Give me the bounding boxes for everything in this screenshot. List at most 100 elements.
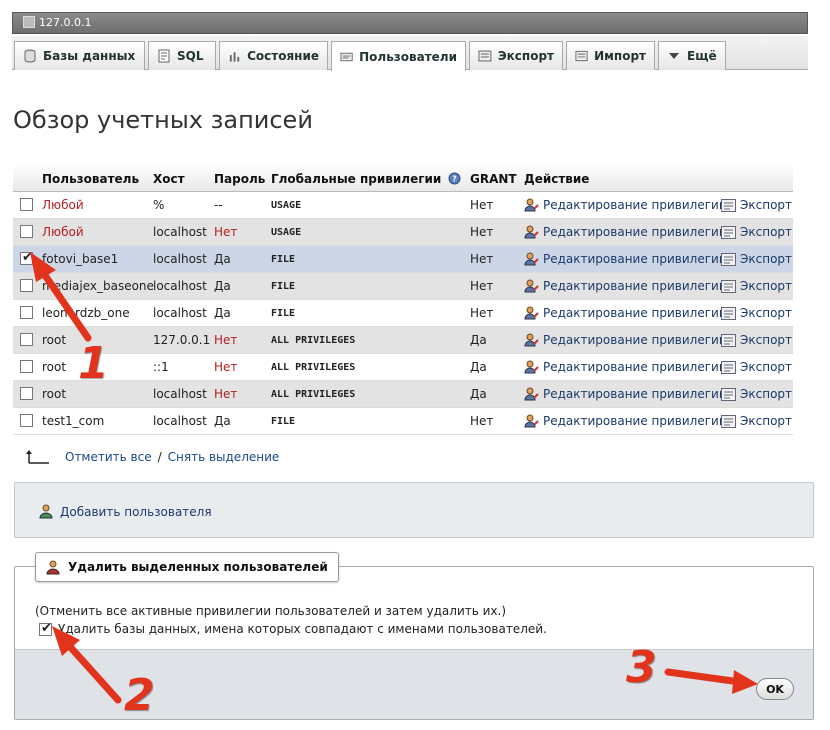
export-user-link[interactable]: Экспорт — [721, 333, 792, 347]
export-user-link[interactable]: Экспорт — [721, 387, 792, 401]
row-privileges: ALL PRIVILEGES — [271, 389, 356, 400]
export-label: Экспорт — [740, 360, 793, 374]
add-user-panel: Добавить пользователя — [14, 482, 814, 538]
edit-privileges-link[interactable]: Редактирование привилегий — [524, 387, 727, 401]
row-user: root — [42, 360, 67, 374]
row-user: test1_com — [42, 414, 105, 428]
edit-privileges-link[interactable]: Редактирование привилегий — [524, 306, 727, 320]
export-user-link[interactable]: Экспорт — [721, 252, 792, 266]
edit-privileges-label: Редактирование привилегий — [543, 360, 727, 374]
edit-privileges-label: Редактирование привилегий — [543, 306, 727, 320]
row-host: 127.0.0.1 — [153, 333, 211, 347]
export-icon — [721, 252, 736, 266]
edit-user-icon — [524, 279, 539, 293]
export-label: Экспорт — [740, 198, 793, 212]
header-user[interactable]: Пользователь — [42, 172, 139, 186]
delete-user-icon — [46, 560, 60, 574]
uncheck-all-link[interactable]: Снять выделение — [168, 450, 280, 464]
tab-status[interactable]: Состояние — [219, 41, 328, 70]
tab-databases[interactable]: Базы данных — [14, 41, 145, 70]
database-icon — [24, 49, 36, 63]
row-privileges: FILE — [271, 308, 296, 319]
export-icon — [721, 225, 736, 239]
add-user-label: Добавить пользователя — [60, 504, 212, 519]
row-password: Нет — [214, 333, 238, 347]
header-password[interactable]: Пароль — [214, 172, 265, 186]
export-user-link[interactable]: Экспорт — [721, 198, 792, 212]
users-icon — [340, 52, 353, 61]
edit-privileges-link[interactable]: Редактирование привилегий — [524, 198, 727, 212]
edit-user-icon — [524, 387, 539, 401]
svg-text:?: ? — [453, 175, 458, 184]
row-privileges: ALL PRIVILEGES — [271, 335, 356, 346]
row-host: localhost — [153, 225, 207, 239]
edit-privileges-link[interactable]: Редактирование привилегий — [524, 252, 727, 266]
row-checkbox[interactable] — [20, 306, 33, 319]
export-label: Экспорт — [740, 279, 793, 293]
export-label: Экспорт — [740, 414, 793, 428]
tab-export[interactable]: Экспорт — [469, 41, 563, 70]
export-icon — [721, 306, 736, 320]
row-checkbox[interactable] — [20, 333, 33, 346]
row-checkbox[interactable] — [20, 279, 33, 292]
row-checkbox[interactable]: ✔ — [20, 250, 33, 265]
header-action: Действие — [524, 172, 590, 186]
tab-users-label: Пользователи — [359, 49, 457, 64]
row-grant: Да — [470, 333, 487, 347]
tab-sql[interactable]: SQL — [148, 41, 216, 70]
edit-privileges-link[interactable]: Редактирование привилегий — [524, 333, 727, 347]
edit-privileges-link[interactable]: Редактирование привилегий — [524, 225, 727, 239]
export-user-link[interactable]: Экспорт — [721, 279, 792, 293]
edit-user-icon — [524, 198, 539, 212]
checkmark-icon: ✔ — [41, 620, 52, 636]
add-user-link[interactable]: Добавить пользователя — [39, 504, 212, 519]
drop-databases-checkbox[interactable]: ✔ — [39, 620, 52, 636]
edit-privileges-link[interactable]: Редактирование привилегий — [524, 360, 727, 374]
tab-more[interactable]: Ещё — [658, 41, 726, 70]
check-all-link[interactable]: Отметить все — [65, 450, 152, 464]
row-host: ::1 — [153, 360, 169, 374]
export-user-link[interactable]: Экспорт — [721, 360, 792, 374]
row-grant: Да — [470, 387, 487, 401]
select-all-bar: Отметить все / Снять выделение — [25, 449, 279, 465]
row-privileges: USAGE — [271, 200, 302, 211]
edit-privileges-link[interactable]: Редактирование привилегий — [524, 414, 727, 428]
edit-privileges-label: Редактирование привилегий — [543, 252, 727, 266]
header-host[interactable]: Хост — [153, 172, 185, 186]
table-row: test1_com localhost Да FILE Нет Редактир… — [13, 408, 793, 435]
edit-user-icon — [524, 414, 539, 428]
table-row: leonardzb_one localhost Да FILE Нет Реда… — [13, 300, 793, 327]
export-icon — [721, 279, 736, 293]
export-user-link[interactable]: Экспорт — [721, 414, 792, 428]
table-row: root 127.0.0.1 Нет ALL PRIVILEGES Да Ред… — [13, 327, 793, 354]
edit-privileges-link[interactable]: Редактирование привилегий — [524, 279, 727, 293]
row-checkbox[interactable] — [20, 360, 33, 373]
export-user-link[interactable]: Экспорт — [721, 306, 792, 320]
ok-button[interactable]: OK — [756, 678, 794, 700]
delete-users-legend: Удалить выделенных пользователей — [35, 552, 339, 582]
header-privileges: Глобальные привилегии ? — [271, 172, 461, 186]
row-password: Да — [214, 306, 231, 320]
row-checkbox[interactable] — [20, 414, 33, 427]
row-checkbox[interactable] — [20, 387, 33, 400]
row-checkbox[interactable] — [20, 225, 33, 238]
export-icon — [721, 414, 736, 428]
delete-users-title: Удалить выделенных пользователей — [68, 560, 328, 574]
import-icon — [575, 50, 588, 62]
annotation-step-1: 1 — [78, 338, 109, 389]
tab-users[interactable]: Пользователи — [331, 41, 466, 71]
row-password: Да — [214, 252, 231, 266]
tab-import[interactable]: Импорт — [566, 41, 655, 70]
window-title: 127.0.0.1 — [39, 16, 92, 29]
help-icon[interactable]: ? — [448, 172, 461, 185]
row-user: mediajex_baseone — [42, 279, 154, 293]
export-user-link[interactable]: Экспорт — [721, 225, 792, 239]
row-checkbox[interactable] — [20, 198, 33, 211]
row-privileges: FILE — [271, 254, 296, 265]
export-label: Экспорт — [740, 306, 793, 320]
table-header: Пользователь Хост Пароль Глобальные прив… — [13, 166, 793, 192]
table-row: root ::1 Нет ALL PRIVILEGES Да Редактиро… — [13, 354, 793, 381]
edit-user-icon — [524, 306, 539, 320]
edit-privileges-label: Редактирование привилегий — [543, 198, 727, 212]
drop-databases-option[interactable]: ✔ Удалить базы данных, имена которых сов… — [39, 620, 547, 636]
